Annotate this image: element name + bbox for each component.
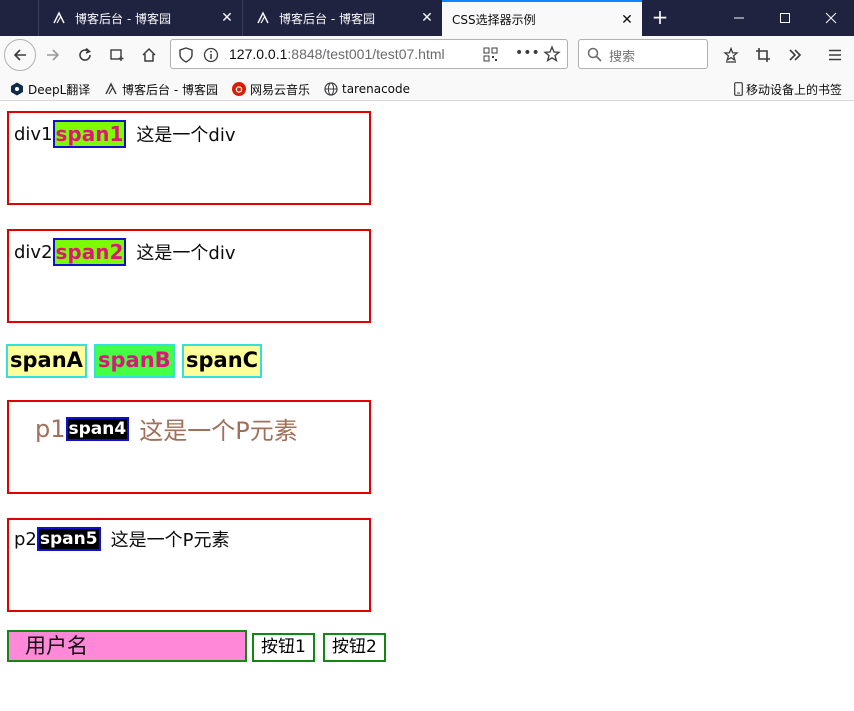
maximize-button[interactable] — [762, 0, 808, 36]
search-placeholder: 搜索 — [609, 50, 636, 65]
button-2[interactable]: 按钮2 — [323, 633, 386, 662]
deepl-icon — [10, 82, 24, 96]
close-icon[interactable]: ✕ — [218, 9, 236, 27]
span2: span2 — [52, 238, 127, 266]
forward-button[interactable] — [38, 40, 68, 70]
star-list-icon — [723, 47, 739, 63]
bookmark-blog-admin[interactable]: 博客后台 - 博客园 — [104, 80, 218, 98]
p2-line: p2 span5 这是一个P元素 — [14, 526, 229, 552]
tab-title: 博客后台 - 博客园 — [279, 11, 375, 26]
p1-line: p1 span4 这是一个P元素 — [35, 411, 298, 446]
close-icon[interactable]: ✕ — [418, 9, 436, 27]
span4: span4 — [65, 416, 130, 441]
home-icon — [142, 47, 156, 62]
div1-box: div1 span1 这是一个div — [7, 111, 371, 205]
p2-text: 这是一个P元素 — [110, 530, 230, 551]
tab-blog-admin-1[interactable]: 博客后台 - 博客园 ✕ — [38, 0, 242, 36]
overflow-menu-button[interactable] — [780, 40, 810, 70]
cnblogs-icon — [51, 10, 67, 26]
tab-css-selectors[interactable]: CSS选择器示例 ✕ — [442, 0, 642, 36]
close-icon[interactable]: ✕ — [618, 11, 636, 29]
div2-line: div2 span2 这是一个div — [14, 238, 236, 266]
shield-icon[interactable] — [179, 47, 193, 66]
hamburger-icon — [829, 49, 841, 61]
url-path: :8848/test001/test07.html — [287, 46, 445, 62]
div1-prefix: div1 — [14, 123, 53, 145]
cnblogs-icon — [104, 82, 118, 96]
div1-text: 这是一个div — [136, 125, 236, 146]
bookmark-label: DeepL翻译 — [28, 82, 91, 97]
spanA: spanA — [6, 344, 87, 378]
span5: span5 — [36, 527, 101, 551]
netease-music-icon — [232, 82, 246, 96]
navigation-toolbar: 127.0.0.1:8848/test001/test07.html ••• 搜… — [0, 36, 854, 76]
spanC: spanC — [182, 344, 263, 378]
globe-icon — [324, 82, 338, 96]
search-box[interactable]: 搜索 — [578, 39, 708, 69]
search-icon — [587, 47, 602, 65]
info-icon[interactable] — [203, 47, 219, 66]
p1-prefix: p1 — [35, 414, 66, 443]
bookmarks-toolbar: DeepL翻译 博客后台 - 博客园 网易云音乐 tarenacode 移动设备… — [0, 76, 854, 101]
tab-blog-admin-2[interactable]: 博客后台 - 博客园 ✕ — [242, 0, 442, 36]
minimize-button[interactable] — [716, 0, 762, 36]
screenshot-icon — [110, 49, 124, 61]
p1-text: 这是一个P元素 — [139, 417, 298, 445]
qr-code-icon[interactable] — [483, 47, 498, 65]
bookmark-deepl[interactable]: DeepL翻译 — [10, 80, 90, 98]
screenshot-button[interactable] — [102, 40, 132, 70]
reload-button[interactable] — [70, 40, 100, 70]
forward-arrow-icon — [47, 49, 60, 61]
url-host: 127.0.0.1 — [229, 46, 288, 62]
back-button[interactable] — [4, 39, 36, 71]
home-button[interactable] — [134, 40, 164, 70]
bookmark-label: 移动设备上的书签 — [746, 82, 843, 97]
bookmark-netease-music[interactable]: 网易云音乐 — [232, 80, 310, 98]
spanB: spanB — [94, 344, 175, 378]
tab-title: 博客后台 - 博客园 — [75, 11, 171, 26]
span1: span1 — [52, 120, 127, 148]
new-tab-button[interactable]: + — [648, 6, 672, 30]
bookmark-label: tarenacode — [342, 82, 411, 96]
main-menu-button[interactable] — [820, 40, 850, 70]
bookmark-label: 博客后台 - 博客园 — [122, 82, 218, 97]
mobile-bookmarks[interactable]: 移动设备上的书签 — [733, 80, 842, 98]
div1-line: div1 span1 这是一个div — [14, 120, 236, 148]
div2-box: div2 span2 这是一个div — [7, 229, 371, 323]
p2-prefix: p2 — [14, 528, 37, 550]
crop-button[interactable] — [748, 40, 778, 70]
username-input[interactable]: 用户名 — [7, 630, 247, 662]
div2-prefix: div2 — [14, 241, 53, 263]
reload-icon — [79, 47, 91, 61]
p2-box: p2 span5 这是一个P元素 — [7, 518, 371, 612]
bookmark-label: 网易云音乐 — [250, 82, 311, 97]
close-window-button[interactable] — [808, 0, 854, 36]
mobile-device-icon — [733, 82, 743, 96]
tab-title: CSS选择器示例 — [452, 12, 536, 27]
page-actions-icon[interactable]: ••• — [515, 45, 540, 61]
p1-box: p1 span4 这是一个P元素 — [7, 400, 371, 494]
bookmark-star-icon[interactable] — [543, 45, 561, 66]
page-content: div1 span1 这是一个div div2 span2 这是一个div spanA … — [0, 102, 854, 711]
tab-strip: 博客后台 - 博客园 ✕ 博客后台 - 博客园 ✕ CSS选择器示例 ✕ + — [0, 0, 854, 36]
bookmarks-library-button[interactable] — [716, 40, 746, 70]
url-text[interactable]: 127.0.0.1:8848/test001/test07.html — [229, 46, 445, 62]
cnblogs-icon — [255, 10, 271, 26]
crop-icon — [756, 48, 770, 62]
back-arrow-icon — [13, 49, 26, 61]
button-1[interactable]: 按钮1 — [252, 633, 315, 662]
div2-text: 这是一个div — [136, 243, 236, 264]
bookmark-tarenacode[interactable]: tarenacode — [324, 80, 410, 98]
address-bar[interactable]: 127.0.0.1:8848/test001/test07.html ••• — [170, 39, 568, 69]
chevron-double-right-icon — [789, 49, 802, 61]
